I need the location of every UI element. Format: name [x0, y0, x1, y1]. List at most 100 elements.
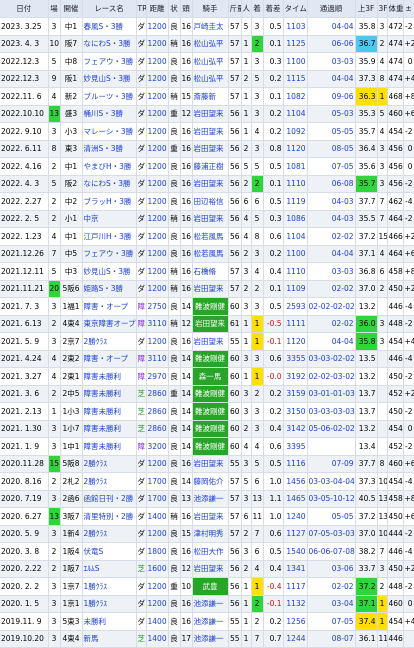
cell-race[interactable]: 中京	[82, 210, 137, 228]
cell-race[interactable]: マレーシ・3勝	[82, 122, 137, 141]
table-row[interactable]: 2019.11. 9 3 5東3 未勝利ダ 1400 良 16 池添謙一 55 1 2 0.2 1256…	[0, 612, 414, 631]
cell-jockey[interactable]: 森一馬	[192, 367, 229, 386]
cell-pass[interactable]: 05-05	[307, 507, 356, 526]
cell-race[interactable]: 障害未勝利	[82, 385, 137, 403]
cell-race[interactable]: 1勝ｸﾗｽ	[82, 577, 137, 596]
table-row[interactable]: 2019.10.20 3 4東4 新馬芝 1400 良 17 池添謙一 55 1 7 0.7 1244 0…	[0, 630, 414, 648]
cell-race[interactable]: なにわS・3勝	[82, 35, 137, 53]
cell-jockey[interactable]: 岩田望来	[192, 315, 229, 333]
cell-jockey[interactable]: 津村明秀	[192, 525, 229, 543]
cell-race[interactable]: 1勝ｸﾗｽ	[82, 595, 137, 613]
cell-race[interactable]: 清洲S・3勝	[82, 140, 137, 158]
cell-jockey[interactable]: 岩田望来	[192, 105, 229, 123]
cell-jockey[interactable]: 岩田望来	[192, 455, 229, 473]
cell-race[interactable]: 新馬	[82, 630, 137, 648]
table-row[interactable]: 2022. 9.10 3 小3 マレーシ・3勝ダ 1200 良 16 岩田望来 56 1 4 0.2 1…	[0, 122, 414, 141]
cell-race[interactable]: 清里特別・2勝	[82, 507, 137, 526]
cell-jockey[interactable]: 岩田望来	[192, 122, 229, 141]
cell-race[interactable]: ブラッH・3勝	[82, 192, 137, 211]
table-row[interactable]: 2022. 1.23 4 中1 江戸川H・3勝ダ 1200 良 16 松若風馬 56 4 8 0.6 1…	[0, 227, 414, 246]
cell-race[interactable]: 姫路S・3勝	[82, 280, 137, 298]
cell-jockey[interactable]: 岩田望来	[192, 507, 229, 526]
cell-pass[interactable]: 03-05-10-12	[307, 490, 356, 508]
cell-jockey[interactable]: 松山弘平	[192, 70, 229, 88]
cell-pass[interactable]: 04-03	[307, 210, 356, 228]
table-row[interactable]: 2021. 4.24 4 2東2 障害・オープ障 3110 良 14 難波剛健 60 3 3 0.6 3…	[0, 350, 414, 368]
cell-jockey[interactable]: 岩田望来	[192, 175, 229, 193]
cell-jockey[interactable]: 藤岡佑介	[192, 472, 229, 491]
table-row[interactable]: 2021. 3.27 4 2東1 障害未勝利障 2970 良 14 森一馬 60 1 1 -0.0 31…	[0, 367, 414, 386]
table-row[interactable]: 2020. 8.16 2 2札2 2勝ｸﾗｽダ 1700 良 14 藤岡佑介 57 5 6 1.0 14…	[0, 472, 414, 491]
cell-pass[interactable]: 02-02-02-02	[307, 297, 356, 316]
cell-pass[interactable]: 08-05	[307, 140, 356, 158]
cell-race[interactable]: 妙見山S・3勝	[82, 262, 137, 281]
column-header[interactable]: 場	[48, 0, 61, 18]
table-row[interactable]: 2020. 7.19 3 2函6 函館日刊・2勝ダ 1700 良 13 池添謙一 57 3 13 1.…	[0, 490, 414, 508]
cell-jockey[interactable]: 池添謙一	[192, 595, 229, 613]
cell-pass[interactable]: 05-06-02-02	[307, 420, 356, 438]
column-header[interactable]: 体重	[387, 0, 404, 18]
table-row[interactable]: 2022.12.3 9 阪1 妙見山S・3勝ダ 1200 良 16 松山弘平 57 2 5 0.2 11…	[0, 70, 414, 88]
cell-jockey[interactable]: 岩田望来	[192, 210, 229, 228]
cell-pass[interactable]: 04-04	[307, 332, 356, 351]
table-row[interactable]: 2021. 1. 9 3 1中1 障害未勝利障 3200 良 14 難波剛健 60 4 4 0.6 33…	[0, 437, 414, 456]
cell-race[interactable]: 未勝利	[82, 612, 137, 631]
cell-pass[interactable]: 03-01-01-03	[307, 385, 356, 403]
column-header[interactable]: 状	[168, 0, 181, 18]
column-header[interactable]: TR	[136, 0, 147, 18]
cell-jockey[interactable]: 難波剛健	[192, 420, 229, 438]
cell-race[interactable]: 2勝ｸﾗｽ	[82, 455, 137, 473]
cell-race[interactable]: やまびH・3勝	[82, 157, 137, 176]
cell-pass[interactable]: 03-06	[307, 560, 356, 578]
cell-race[interactable]: なにわS・3勝	[82, 175, 137, 193]
cell-pass[interactable]: 06-06	[307, 35, 356, 53]
cell-jockey[interactable]: 岩田望来	[192, 560, 229, 578]
table-row[interactable]: 2020. 2. 2 3 1京7 1勝ｸﾗｽダ 1200 重 10 武豊 56 1 1 -0.4 111…	[0, 577, 414, 596]
cell-pass[interactable]: 07-05-03-03	[307, 525, 356, 543]
cell-pass[interactable]: 03-03	[307, 262, 356, 281]
cell-pass[interactable]: 06-06-07-08	[307, 542, 356, 561]
cell-pass[interactable]: 07-09	[307, 455, 356, 473]
table-row[interactable]: 2021.12.11 5 中3 妙見山S・3勝ダ 1200 稍 16 石橋脩 57 3 4 0.4 11…	[0, 262, 414, 281]
cell-jockey[interactable]: 難波剛健	[192, 402, 229, 421]
column-header[interactable]: 3F順	[377, 0, 388, 18]
table-row[interactable]: 2021. 5. 9 3 2京7 2勝ｸﾗｽダ 1200 良 16 岩田望来 55 1 1 -0.1 1…	[0, 332, 414, 351]
cell-pass[interactable]: 02-02	[307, 280, 356, 298]
cell-jockey[interactable]: 池添謙一	[192, 490, 229, 508]
cell-jockey[interactable]: 松山弘平	[192, 52, 229, 71]
cell-pass[interactable]: 03-03-04-04	[307, 472, 356, 491]
cell-jockey[interactable]: 藤浦正樹	[192, 157, 229, 176]
cell-pass[interactable]: 07-05	[307, 612, 356, 631]
column-header[interactable]: 日付	[0, 0, 49, 18]
cell-jockey[interactable]: 池添謙一	[192, 630, 229, 648]
table-row[interactable]: 2022. 4. 3 5 阪2 なにわS・3勝ダ 1200 良 16 岩田望来 56 2 2 0.1 1…	[0, 175, 414, 193]
cell-race[interactable]: 春風S・3勝	[82, 17, 137, 36]
table-row[interactable]: 2021. 2.13 1 1小3 障害未勝利芝 2860 良 14 難波剛健 60 3 3 0.2 31…	[0, 402, 414, 421]
table-row[interactable]: 2022. 6.11 8 東3 清洲S・3勝ダ 1200 重 16 岩田望来 56 2 3 0.8 11…	[0, 140, 414, 158]
column-header[interactable]: 開催	[60, 0, 83, 18]
cell-pass[interactable]: 07-05	[307, 157, 356, 176]
table-row[interactable]: 2020. 5. 9 3 1新4 2勝ｸﾗｽダ 1200 良 15 津村明秀 57 2 7 0.6 11…	[0, 525, 414, 543]
table-row[interactable]: 2023. 3.25 3 中1 春風S・3勝ダ 1200 良 16 戸崎圭太 57 5 3 0.5 11…	[0, 17, 414, 36]
cell-jockey[interactable]: 松若風馬	[192, 227, 229, 246]
cell-pass[interactable]: 03-03	[307, 52, 356, 71]
cell-pass[interactable]: 02-02-03-02	[307, 367, 356, 386]
table-row[interactable]: 2022.10.10 13 盛3 桶川S・3勝ダ 1200 重 12 岩田望来 56 1 3 0.2 1…	[0, 105, 414, 123]
cell-race[interactable]: 函館日刊・2勝	[82, 490, 137, 508]
cell-race[interactable]: 桶川S・3勝	[82, 105, 137, 123]
cell-jockey[interactable]: 岩田望来	[192, 280, 229, 298]
table-row[interactable]: 2021.12.26 7 中5 フェアウ・3勝ダ 1200 良 16 松若風馬 56 2 3 0.2 1…	[0, 245, 414, 263]
cell-pass[interactable]: 03-04	[307, 595, 356, 613]
cell-pass[interactable]: 02-02	[307, 227, 356, 246]
table-row[interactable]: 2020. 3. 8 2 1阪4 伏竜S ダ 1800 良 16 松田大作 56 3 6 0.5 1540…	[0, 542, 414, 561]
column-header[interactable]: タイム	[283, 0, 308, 18]
cell-pass[interactable]: 04-04	[307, 245, 356, 263]
cell-jockey[interactable]: 松山弘平	[192, 35, 229, 53]
cell-pass[interactable]: 02-02	[307, 315, 356, 333]
column-header[interactable]: 距離	[146, 0, 169, 18]
cell-race[interactable]: 障害未勝利	[82, 402, 137, 421]
column-header[interactable]: 騎手	[192, 0, 229, 18]
cell-pass[interactable]: 04-03	[307, 192, 356, 211]
cell-jockey[interactable]: 石橋脩	[192, 262, 229, 281]
cell-jockey[interactable]: 松田大作	[192, 542, 229, 561]
